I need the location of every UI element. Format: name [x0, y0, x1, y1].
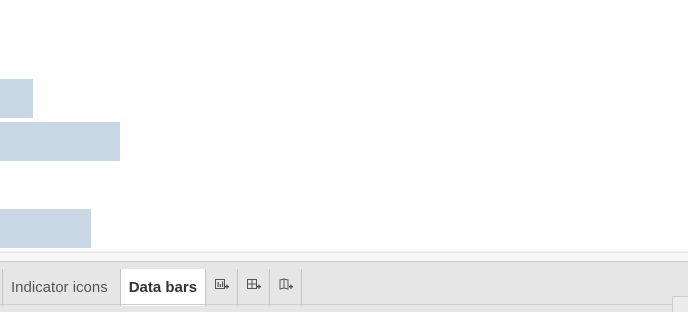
new-dashboard-icon	[246, 277, 262, 298]
worksheet-canvas	[0, 0, 688, 252]
data-bar[interactable]	[0, 122, 120, 161]
scroll-corner	[672, 296, 688, 312]
new-story-button[interactable]	[270, 269, 303, 306]
new-story-icon	[278, 277, 294, 298]
sheet-tab-row: Indicator icons Data bars	[0, 269, 303, 306]
tab-indicator-icons[interactable]: Indicator icons	[3, 269, 121, 306]
scrollbar-track[interactable]	[0, 304, 688, 305]
status-strip	[0, 252, 688, 261]
new-worksheet-icon	[214, 277, 230, 298]
data-bar[interactable]	[0, 209, 91, 248]
data-bar[interactable]	[0, 79, 33, 118]
tab-data-bars[interactable]: Data bars	[120, 269, 207, 306]
new-dashboard-button[interactable]	[238, 269, 271, 306]
new-worksheet-button[interactable]	[206, 269, 239, 306]
